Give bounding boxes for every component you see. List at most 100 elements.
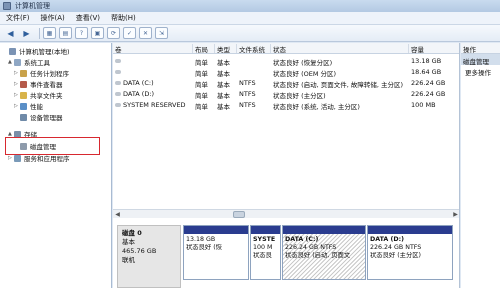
toolbar: ◀ ▶ ▦ ▤ ? ▣ ⟳ ✓ ✕ ⇲ xyxy=(0,25,500,42)
delete-icon[interactable]: ✕ xyxy=(139,27,152,39)
partition-band xyxy=(184,226,248,234)
partition-name: SYSTE xyxy=(253,236,276,243)
column-header-volume[interactable]: 卷 xyxy=(113,44,193,54)
tree-label: 系统工具 xyxy=(24,59,50,67)
task-scheduler-icon xyxy=(20,69,27,77)
shared-folder-icon xyxy=(20,91,27,99)
tree-label: 性能 xyxy=(30,103,43,111)
show-hide-tree-icon[interactable]: ▦ xyxy=(43,27,56,39)
properties-icon[interactable]: ▤ xyxy=(59,27,72,39)
type-cell: 基本 xyxy=(217,59,230,67)
system-tools-icon xyxy=(14,58,21,66)
partition-name: DATA (D:) xyxy=(370,236,404,243)
volume-icon xyxy=(115,70,121,74)
services-icon xyxy=(14,154,21,162)
back-arrow-icon[interactable]: ◀ xyxy=(4,27,17,39)
tree-item-shared-folders[interactable]: ▷ 共享文件夹 xyxy=(14,90,63,100)
tree-item-device-manager[interactable]: 设备管理器 xyxy=(14,112,63,122)
actions-pane: 操作 磁盘管理 更多操作 xyxy=(461,43,500,288)
partition-body: SYSTE 100 M 状态良 xyxy=(251,234,280,262)
partition-body: DATA (C:) 226.24 GB NTFS 状态良好 (启动, 页面文 xyxy=(283,234,365,262)
volume-row[interactable]: SYSTEM RESERVED 简单 基本 NTFS 状态良好 (系统, 活动,… xyxy=(113,100,460,111)
scroll-left-icon[interactable]: ◀ xyxy=(113,210,122,219)
tree-item-root[interactable]: 计算机管理(本地) xyxy=(3,46,70,56)
partition-size: 226.24 GB NTFS xyxy=(370,244,422,251)
pane-divider[interactable] xyxy=(459,43,460,288)
volume-icon xyxy=(115,92,121,96)
partition-data-c[interactable]: DATA (C:) 226.24 GB NTFS 状态良好 (启动, 页面文 xyxy=(282,225,366,280)
partition-status: 状态良好 (恢 xyxy=(186,244,222,251)
scrollbar-thumb[interactable] xyxy=(233,211,245,218)
column-header-filesystem[interactable]: 文件系统 xyxy=(237,44,271,54)
partition-name: DATA (C:) xyxy=(285,236,319,243)
check-icon[interactable]: ✓ xyxy=(123,27,136,39)
capacity-cell: 18.64 GB xyxy=(411,68,442,76)
window-title: 计算机管理 xyxy=(15,2,50,10)
filesystem-cell: NTFS xyxy=(239,90,256,98)
type-cell: 基本 xyxy=(217,103,230,111)
status-cell: 状态良好 (主分区) xyxy=(273,92,326,100)
menu-help[interactable]: 帮助(H) xyxy=(111,13,136,23)
forward-arrow-icon[interactable]: ▶ xyxy=(20,27,33,39)
layout-cell: 简单 xyxy=(195,103,208,111)
export-icon[interactable]: ⇲ xyxy=(155,27,168,39)
volume-name: DATA (C:) xyxy=(123,79,154,87)
capacity-cell: 226.24 GB xyxy=(411,90,446,98)
tree-label: 设备管理器 xyxy=(30,114,63,122)
actions-header: 操作 xyxy=(461,43,500,54)
filesystem-cell: NTFS xyxy=(239,79,256,87)
partition-band xyxy=(368,226,452,234)
capacity-cell: 226.24 GB xyxy=(411,79,446,87)
volume-name-cell: DATA (C:) xyxy=(113,79,193,87)
disk-type: 基本 xyxy=(122,238,135,246)
tree-item-task-scheduler[interactable]: ▷ 任务计划程序 xyxy=(14,68,69,78)
computer-management-icon xyxy=(3,2,11,10)
help-icon[interactable]: ? xyxy=(75,27,88,39)
disk-state: 联机 xyxy=(122,256,135,264)
more-actions-link[interactable]: 更多操作 xyxy=(461,65,500,79)
tree-label: 事件查看器 xyxy=(30,81,63,89)
disk-size: 465.76 GB xyxy=(122,247,157,255)
volume-row[interactable]: 简单 基本 状态良好 (恢复分区) 13.18 GB xyxy=(113,56,460,67)
column-header-type[interactable]: 类型 xyxy=(215,44,237,54)
status-cell: 状态良好 (恢复分区) xyxy=(273,59,333,67)
selection-highlight-box xyxy=(5,137,100,155)
disk-name: 磁盘 0 xyxy=(122,229,142,237)
layout-cell: 简单 xyxy=(195,81,208,89)
tree-item-system-tools[interactable]: ▲ 系统工具 xyxy=(8,57,50,67)
menu-action[interactable]: 操作(A) xyxy=(41,13,65,23)
column-header-status[interactable]: 状态 xyxy=(271,44,409,54)
type-cell: 基本 xyxy=(217,81,230,89)
device-manager-icon xyxy=(20,113,27,121)
tree-item-performance[interactable]: ▷ 性能 xyxy=(14,101,43,111)
partition-size: 226.24 GB NTFS xyxy=(285,244,337,251)
disk-label[interactable]: 磁盘 0 基本 465.76 GB 联机 xyxy=(117,225,181,288)
partition-recovery[interactable]: 13.18 GB 状态良好 (恢 xyxy=(183,225,249,280)
partition-status: 状态良好 (启动, 页面文 xyxy=(285,252,351,259)
volume-row[interactable]: DATA (D:) 简单 基本 NTFS 状态良好 (主分区) 226.24 G… xyxy=(113,89,460,100)
tree-item-event-viewer[interactable]: ▷ 事件查看器 xyxy=(14,79,63,89)
type-cell: 基本 xyxy=(217,92,230,100)
actions-section-disk-management[interactable]: 磁盘管理 xyxy=(461,54,500,66)
filesystem-cell: NTFS xyxy=(239,101,256,109)
horizontal-scrollbar[interactable]: ◀ ▶ xyxy=(113,209,460,218)
status-cell: 状态良好 (OEM 分区) xyxy=(273,70,337,78)
volume-name: SYSTEM RESERVED xyxy=(123,101,186,109)
view-icon[interactable]: ▣ xyxy=(91,27,104,39)
layout-cell: 简单 xyxy=(195,92,208,100)
refresh-icon[interactable]: ⟳ xyxy=(107,27,120,39)
column-header-capacity[interactable]: 容量 xyxy=(409,44,460,54)
volume-row[interactable]: DATA (C:) 简单 基本 NTFS 状态良好 (启动, 页面文件, 故障转… xyxy=(113,78,460,89)
partition-system-reserved[interactable]: SYSTE 100 M 状态良 xyxy=(250,225,281,280)
menu-bar: 文件(F) 操作(A) 查看(V) 帮助(H) xyxy=(0,12,500,25)
computer-icon xyxy=(9,47,16,55)
performance-icon xyxy=(20,102,27,110)
partition-status: 状态良好 (主分区) xyxy=(370,252,421,259)
partition-data-d[interactable]: DATA (D:) 226.24 GB NTFS 状态良好 (主分区) xyxy=(367,225,453,280)
column-header-layout[interactable]: 布局 xyxy=(193,44,215,54)
partition-size: 13.18 GB xyxy=(186,236,216,243)
volume-row[interactable]: 简单 基本 状态良好 (OEM 分区) 18.64 GB xyxy=(113,67,460,78)
menu-file[interactable]: 文件(F) xyxy=(6,13,30,23)
menu-view[interactable]: 查看(V) xyxy=(76,13,100,23)
status-cell: 状态良好 (启动, 页面文件, 故障转储, 主分区) xyxy=(273,81,404,89)
